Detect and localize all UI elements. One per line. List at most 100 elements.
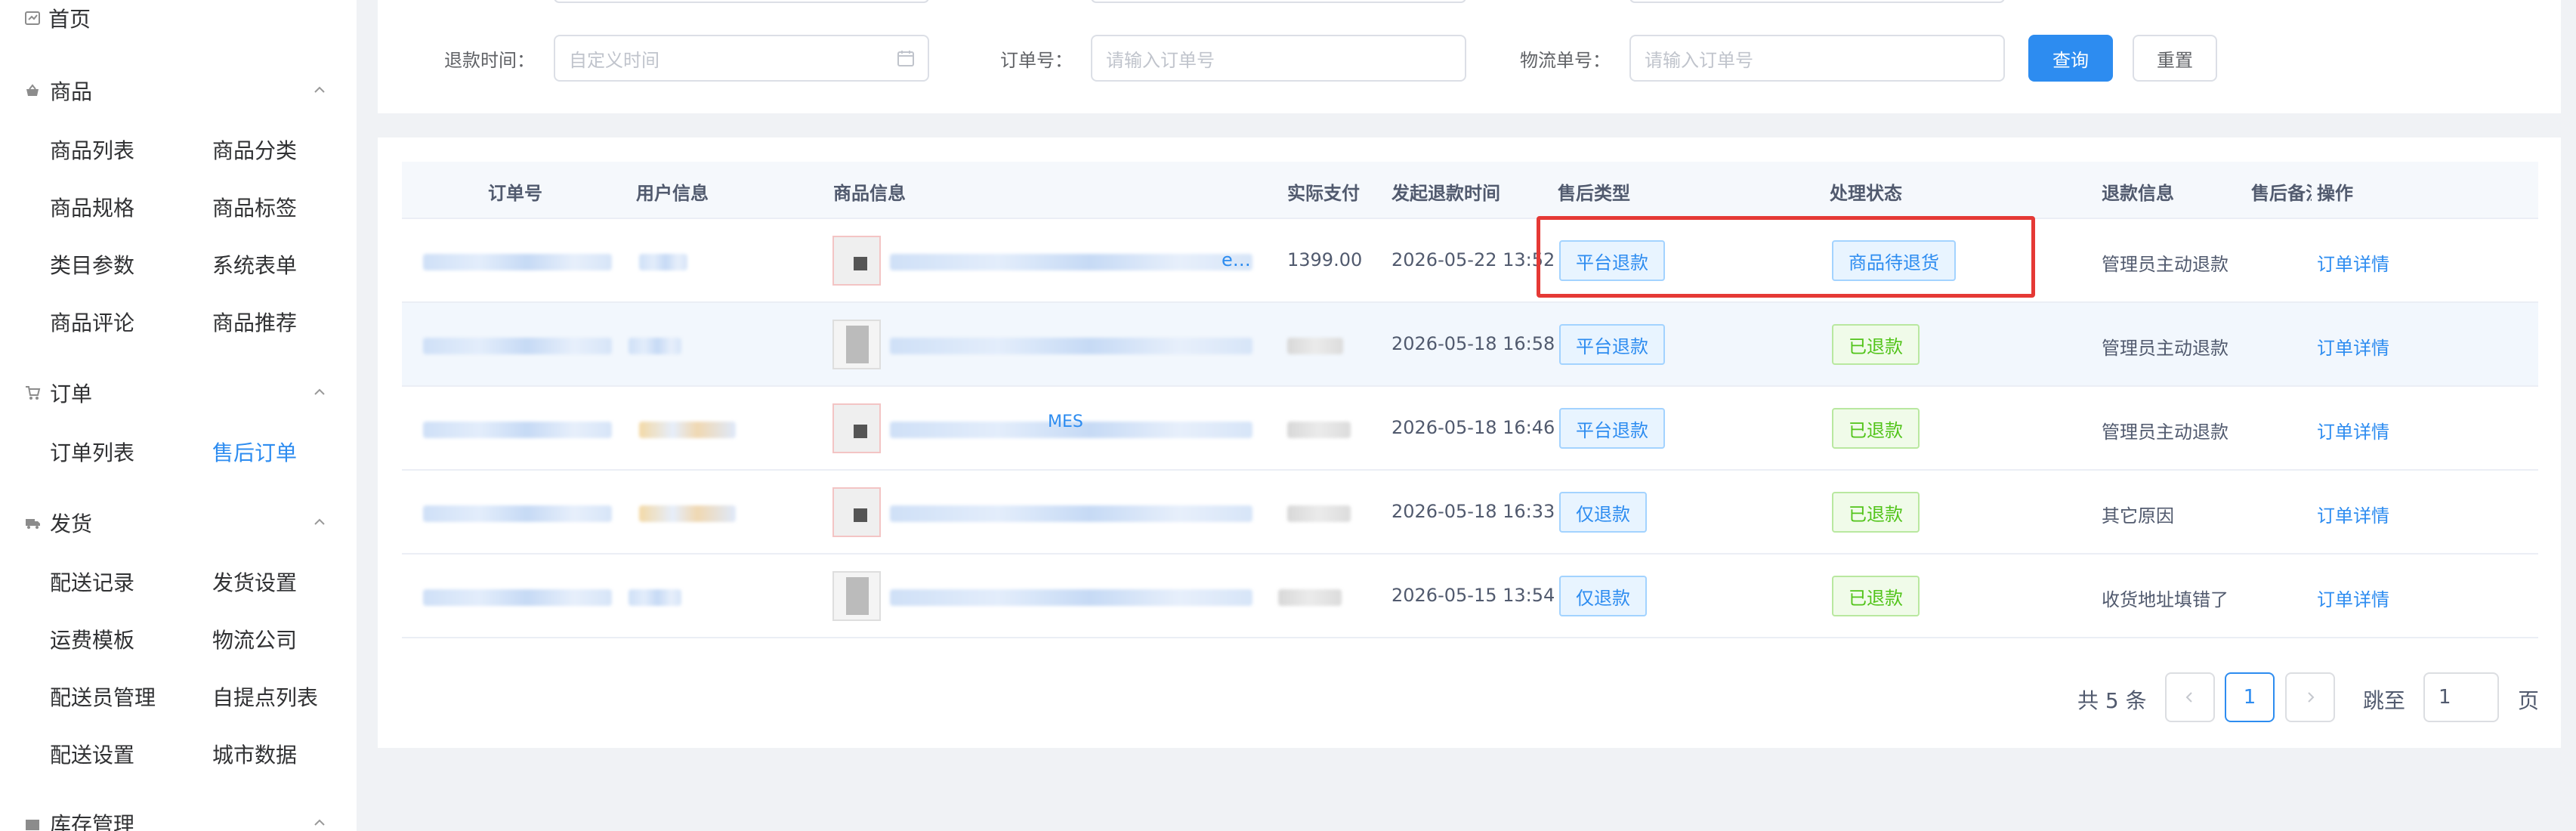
sidebar-section-products[interactable]: 商品 xyxy=(24,74,329,107)
tracking-no-input[interactable]: 请输入订单号 xyxy=(1629,35,2005,82)
order-no-input[interactable]: 请输入订单号 xyxy=(1091,35,1466,82)
aftersale-type-tag: 仅退款 xyxy=(1559,576,1647,616)
sidebar-item-product-list[interactable]: 商品列表 xyxy=(50,134,134,165)
tracking-no-placeholder: 请输入订单号 xyxy=(1645,49,1753,71)
paid-amount: 1399.00 xyxy=(1287,249,1363,270)
order-detail-link[interactable]: 订单详情 xyxy=(2317,501,2389,527)
order-detail-link[interactable]: 订单详情 xyxy=(2317,249,2389,276)
chevron-up-icon xyxy=(314,819,325,826)
query-button[interactable]: 查询 xyxy=(2028,35,2113,82)
sidebar-section-label: 库存管理 xyxy=(50,812,135,831)
col-refund-time: 发起退款时间 xyxy=(1391,183,1500,204)
sidebar-item-city-data[interactable]: 城市数据 xyxy=(212,739,297,769)
col-aftersale-remark: 售后备注 xyxy=(2251,183,2312,204)
sidebar-item-delivery-records[interactable]: 配送记录 xyxy=(50,567,134,597)
refund-time-picker[interactable]: 自定义时间 xyxy=(554,35,929,82)
col-user-info: 用户信息 xyxy=(636,183,709,204)
aftersale-table-card: 订单号 用户信息 商品信息 实际支付 发起退款时间 售后类型 处理状态 退款信息… xyxy=(378,137,2561,748)
chevron-left-icon xyxy=(2185,692,2192,703)
next-page-button[interactable] xyxy=(2285,672,2335,722)
status-badge: 已退款 xyxy=(1832,324,1920,365)
user-info-redacted xyxy=(629,338,681,354)
col-aftersale-type: 售后类型 xyxy=(1558,183,1630,204)
sidebar-item-product-spec[interactable]: 商品规格 xyxy=(50,192,134,222)
filter-input-partial[interactable] xyxy=(554,0,929,3)
dashboard-icon xyxy=(25,11,40,25)
paid-amount-redacted xyxy=(1278,589,1342,606)
order-no-redacted xyxy=(423,338,612,354)
product-name-tail[interactable]: MES xyxy=(1048,412,1083,431)
sidebar-item-courier-management[interactable]: 配送员管理 xyxy=(50,681,156,712)
product-thumbnail xyxy=(832,487,881,537)
table-row: 2026-05-15 13:54 仅退款 已退款 收货地址填错了 订单详情 xyxy=(402,555,2538,638)
sidebar-item-order-list[interactable]: 订单列表 xyxy=(50,437,134,467)
sidebar-item-system-form[interactable]: 系统表单 xyxy=(212,249,297,280)
product-name-redacted xyxy=(890,589,1252,606)
aftersale-table: 订单号 用户信息 商品信息 实际支付 发起退款时间 售后类型 处理状态 退款信息… xyxy=(402,162,2538,638)
product-name-redacted xyxy=(890,505,1252,522)
user-info-redacted xyxy=(639,254,687,270)
highlight-annotation xyxy=(1537,216,2035,298)
refund-info: 管理员主动退款 xyxy=(2102,254,2229,275)
order-no-redacted xyxy=(423,422,612,438)
sidebar-item-freight-template[interactable]: 运费模板 xyxy=(50,624,134,654)
paid-amount-redacted xyxy=(1287,338,1343,354)
order-detail-link[interactable]: 订单详情 xyxy=(2317,417,2389,443)
sidebar-section-orders[interactable]: 订单 xyxy=(24,376,329,409)
refund-info: 管理员主动退款 xyxy=(2102,338,2229,359)
filter-input-partial[interactable] xyxy=(1091,0,1466,3)
reset-button[interactable]: 重置 xyxy=(2133,35,2217,82)
sidebar-item-home[interactable]: 首页 xyxy=(24,2,91,35)
refund-info: 收货地址填错了 xyxy=(2102,589,2229,610)
jump-page-input[interactable]: 1 xyxy=(2423,672,2499,722)
sidebar-item-delivery-config[interactable]: 配送设置 xyxy=(50,739,134,769)
product-name-tail[interactable]: e… xyxy=(1222,249,1251,270)
sidebar-item-delivery-settings[interactable]: 发货设置 xyxy=(212,567,297,597)
sidebar-item-product-recommend[interactable]: 商品推荐 xyxy=(212,307,297,337)
product-thumbnail xyxy=(832,320,881,369)
order-detail-link[interactable]: 订单详情 xyxy=(2317,585,2389,611)
sidebar-home-label: 首页 xyxy=(48,7,91,32)
sidebar-item-product-tag[interactable]: 商品标签 xyxy=(212,192,297,222)
refund-time: 2026-05-18 16:33 xyxy=(1391,501,1555,522)
sidebar-item-pickup-points[interactable]: 自提点列表 xyxy=(212,681,318,712)
col-status: 处理状态 xyxy=(1830,183,1902,204)
sidebar-item-logistics-company[interactable]: 物流公司 xyxy=(212,624,297,654)
table-row: e… 1399.00 2026-05-22 13:52 平台退款 商品待退货 管… xyxy=(402,219,2538,303)
product-thumbnail xyxy=(832,236,881,286)
sidebar-section-inventory[interactable]: 库存管理 xyxy=(24,807,329,831)
col-refund-info: 退款信息 xyxy=(2102,183,2174,204)
status-badge: 已退款 xyxy=(1832,492,1920,533)
refund-info: 其它原因 xyxy=(2102,505,2174,527)
chevron-up-icon xyxy=(314,518,325,525)
pagination-total: 共 5 条 xyxy=(2077,688,2147,713)
prev-page-button[interactable] xyxy=(2165,672,2215,722)
page-1-button[interactable]: 1 xyxy=(2225,672,2275,722)
status-badge: 已退款 xyxy=(1832,576,1920,616)
sidebar-item-product-category[interactable]: 商品分类 xyxy=(212,134,297,165)
sidebar-item-aftersale-orders[interactable]: 售后订单 xyxy=(212,437,297,467)
refund-time: 2026-05-18 16:58 xyxy=(1391,333,1555,354)
table-header: 订单号 用户信息 商品信息 实际支付 发起退款时间 售后类型 处理状态 退款信息… xyxy=(402,162,2538,219)
table-row: MES 2026-05-18 16:46 平台退款 已退款 管理员主动退款 订单… xyxy=(402,387,2538,471)
sidebar-item-product-review[interactable]: 商品评论 xyxy=(50,307,134,337)
box-icon xyxy=(26,820,39,830)
refund-time: 2026-05-18 16:46 xyxy=(1391,417,1555,438)
filter-panel: 退款时间： 自定义时间 订单号： 请输入订单号 物流单号： 请输入订单号 查询 … xyxy=(378,0,2561,113)
table-row: 2026-05-18 16:33 仅退款 已退款 其它原因 订单详情 xyxy=(402,471,2538,555)
user-info-redacted xyxy=(639,422,736,438)
paid-amount-redacted xyxy=(1287,505,1351,522)
truck-icon xyxy=(26,519,40,529)
sidebar-item-category-params[interactable]: 类目参数 xyxy=(50,249,134,280)
refund-info: 管理员主动退款 xyxy=(2102,422,2229,443)
tracking-no-label: 物流单号： xyxy=(1520,50,1611,71)
filter-input-partial[interactable] xyxy=(1629,0,2005,3)
refund-time-placeholder: 自定义时间 xyxy=(569,49,659,71)
user-info-redacted xyxy=(629,589,681,606)
basket-icon xyxy=(26,84,39,96)
product-thumbnail xyxy=(832,571,881,621)
order-detail-link[interactable]: 订单详情 xyxy=(2317,333,2389,360)
user-info-redacted xyxy=(639,505,736,522)
refund-time: 2026-05-15 13:54 xyxy=(1391,585,1555,606)
sidebar-section-shipping[interactable]: 发货 xyxy=(24,506,329,539)
